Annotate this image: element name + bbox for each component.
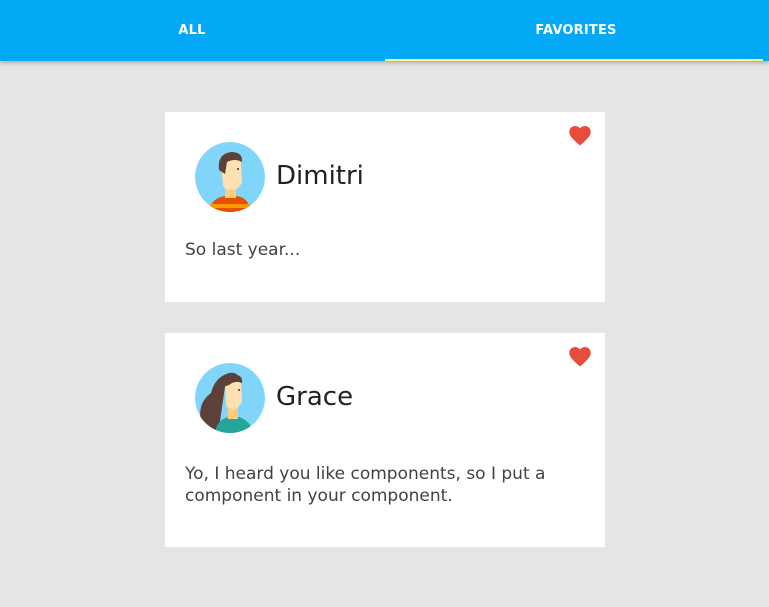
- contact-name: Dimitri: [276, 161, 364, 191]
- avatar-man-icon: [195, 142, 265, 212]
- heart-icon[interactable]: [569, 347, 591, 367]
- tab-bar: ALL FAVORITES: [0, 0, 769, 61]
- tab-all[interactable]: ALL: [0, 0, 384, 61]
- heart-icon[interactable]: [569, 126, 591, 146]
- active-tab-indicator: [385, 59, 763, 61]
- tab-favorites[interactable]: FAVORITES: [384, 0, 768, 61]
- tab-all-label: ALL: [178, 23, 206, 38]
- contact-name: Grace: [276, 382, 354, 412]
- contact-message: Yo, I heard you like components, so I pu…: [185, 464, 546, 506]
- contact-card: Grace Yo, I heard you like components, s…: [165, 333, 605, 547]
- avatar-woman-icon: [195, 363, 265, 433]
- contact-message: So last year...: [185, 240, 301, 260]
- tab-favorites-label: FAVORITES: [535, 23, 617, 38]
- contact-card: Dimitri So last year...: [165, 112, 605, 302]
